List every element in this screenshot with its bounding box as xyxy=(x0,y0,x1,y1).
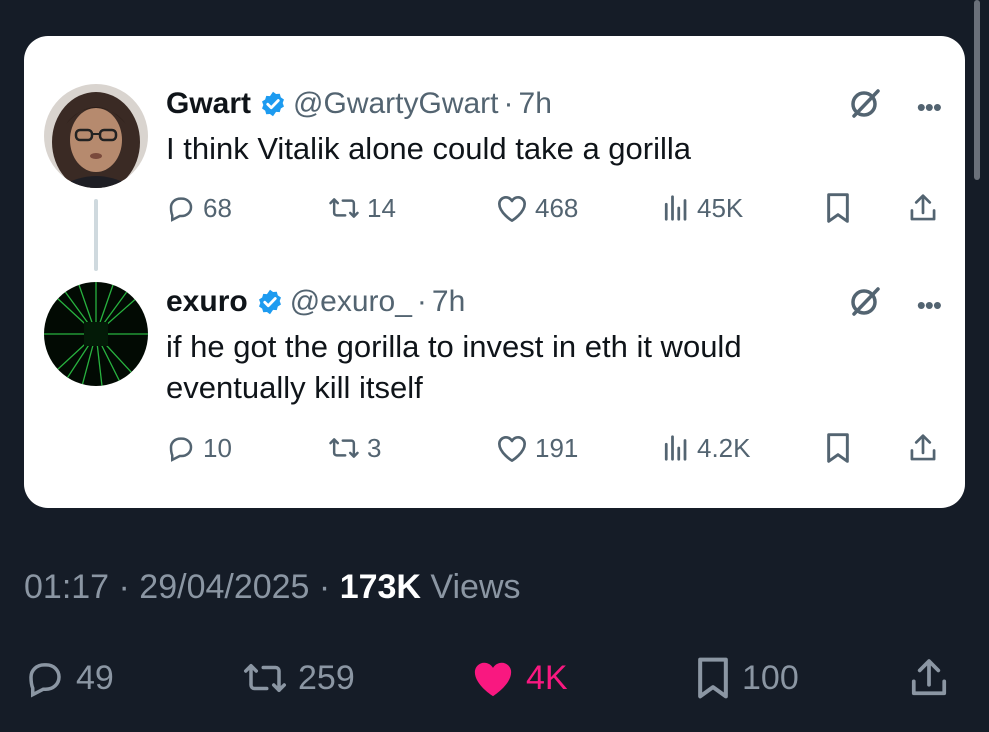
share-icon xyxy=(911,659,947,696)
post-like-button[interactable]: 4K xyxy=(470,656,568,700)
views-count: 45K xyxy=(697,192,744,223)
retweet-button[interactable]: 14 xyxy=(328,190,396,226)
verified-badge-icon xyxy=(256,288,284,316)
thread-connector-line xyxy=(94,199,98,271)
heart-icon xyxy=(474,662,512,697)
share-button[interactable] xyxy=(908,190,945,226)
post-like-count: 4K xyxy=(526,658,568,697)
avatar[interactable] xyxy=(44,84,148,188)
share-icon xyxy=(910,434,936,461)
user-handle[interactable]: @exuro_ xyxy=(290,285,412,319)
reply-icon xyxy=(169,197,193,222)
post-retweet-button[interactable]: 259 xyxy=(242,656,355,700)
tweet-time[interactable]: 7h xyxy=(519,87,552,121)
like-button[interactable]: 191 xyxy=(496,430,578,466)
retweet-count: 14 xyxy=(367,192,396,223)
views-button[interactable]: 45K xyxy=(660,190,743,226)
display-name[interactable]: exuro xyxy=(166,285,248,319)
verified-badge-icon xyxy=(259,90,287,118)
more-icon[interactable]: ••• xyxy=(917,92,942,123)
post-timestamp[interactable]: 01:17 · 29/04/2025 · xyxy=(24,568,340,606)
tweet-time[interactable]: 7h xyxy=(432,285,465,319)
post-bookmark-button[interactable]: 100 xyxy=(694,656,799,700)
bookmark-icon xyxy=(827,193,849,223)
avatar[interactable] xyxy=(44,282,148,386)
post-action-bar: 49 259 4K 100 xyxy=(24,656,964,700)
heart-icon xyxy=(498,436,526,462)
retweet-count: 3 xyxy=(367,432,382,463)
scrollbar[interactable] xyxy=(974,0,980,180)
tweet-text: I think Vitalik alone could take a goril… xyxy=(166,131,692,166)
tweet-actions: 68 14 468 45K xyxy=(166,190,943,226)
like-button[interactable]: 468 xyxy=(496,190,578,226)
reply-button[interactable]: 10 xyxy=(166,430,232,466)
bookmark-button[interactable] xyxy=(824,430,859,466)
post-meta: 01:17 · 29/04/2025 · 173K Views xyxy=(24,568,521,607)
grok-icon[interactable] xyxy=(847,284,883,320)
bookmark-icon xyxy=(827,433,849,463)
heart-icon xyxy=(498,196,526,223)
tweet-header: Gwart @GwartyGwart · 7h xyxy=(166,84,552,124)
tweet-header: exuro @exuro_ · 7h xyxy=(166,282,465,322)
share-button[interactable] xyxy=(908,430,945,466)
quoted-thread-card[interactable]: Gwart @GwartyGwart · 7h ••• I think Vita… xyxy=(24,36,965,508)
display-name[interactable]: Gwart xyxy=(166,87,251,121)
reply-icon xyxy=(29,663,61,698)
reply-count: 68 xyxy=(203,192,232,223)
views-count: 4.2K xyxy=(697,432,751,463)
bookmark-icon xyxy=(698,657,728,699)
retweet-icon xyxy=(329,438,359,458)
retweet-icon xyxy=(244,664,286,692)
share-icon xyxy=(910,194,936,221)
post-views-count: 173K xyxy=(339,568,421,606)
separator-dot: · xyxy=(416,285,427,318)
retweet-icon xyxy=(329,198,359,218)
post-reply-button[interactable]: 49 xyxy=(24,656,114,700)
tweet-actions: 10 3 191 4.2K xyxy=(166,430,943,466)
retweet-button[interactable]: 3 xyxy=(328,430,381,466)
like-count: 468 xyxy=(535,192,579,223)
views-button[interactable]: 4.2K xyxy=(660,430,751,466)
like-count: 191 xyxy=(535,432,579,463)
bookmark-button[interactable] xyxy=(824,190,859,226)
post-share-button[interactable] xyxy=(908,656,960,700)
user-handle[interactable]: @GwartyGwart xyxy=(293,87,498,121)
reply-icon xyxy=(169,437,193,462)
tweet-text: if he got the gorilla to invest in eth i… xyxy=(166,329,742,405)
post-views-label: Views xyxy=(420,568,521,606)
separator-dot: · xyxy=(503,87,514,120)
post-reply-count: 49 xyxy=(76,658,114,697)
reply-count: 10 xyxy=(203,432,232,463)
post-retweet-count: 259 xyxy=(298,658,355,697)
views-icon xyxy=(664,435,687,461)
grok-icon[interactable] xyxy=(847,86,883,122)
views-icon xyxy=(664,195,687,221)
reply-button[interactable]: 68 xyxy=(166,190,232,226)
post-bookmark-count: 100 xyxy=(742,658,799,697)
more-icon[interactable]: ••• xyxy=(917,290,942,321)
